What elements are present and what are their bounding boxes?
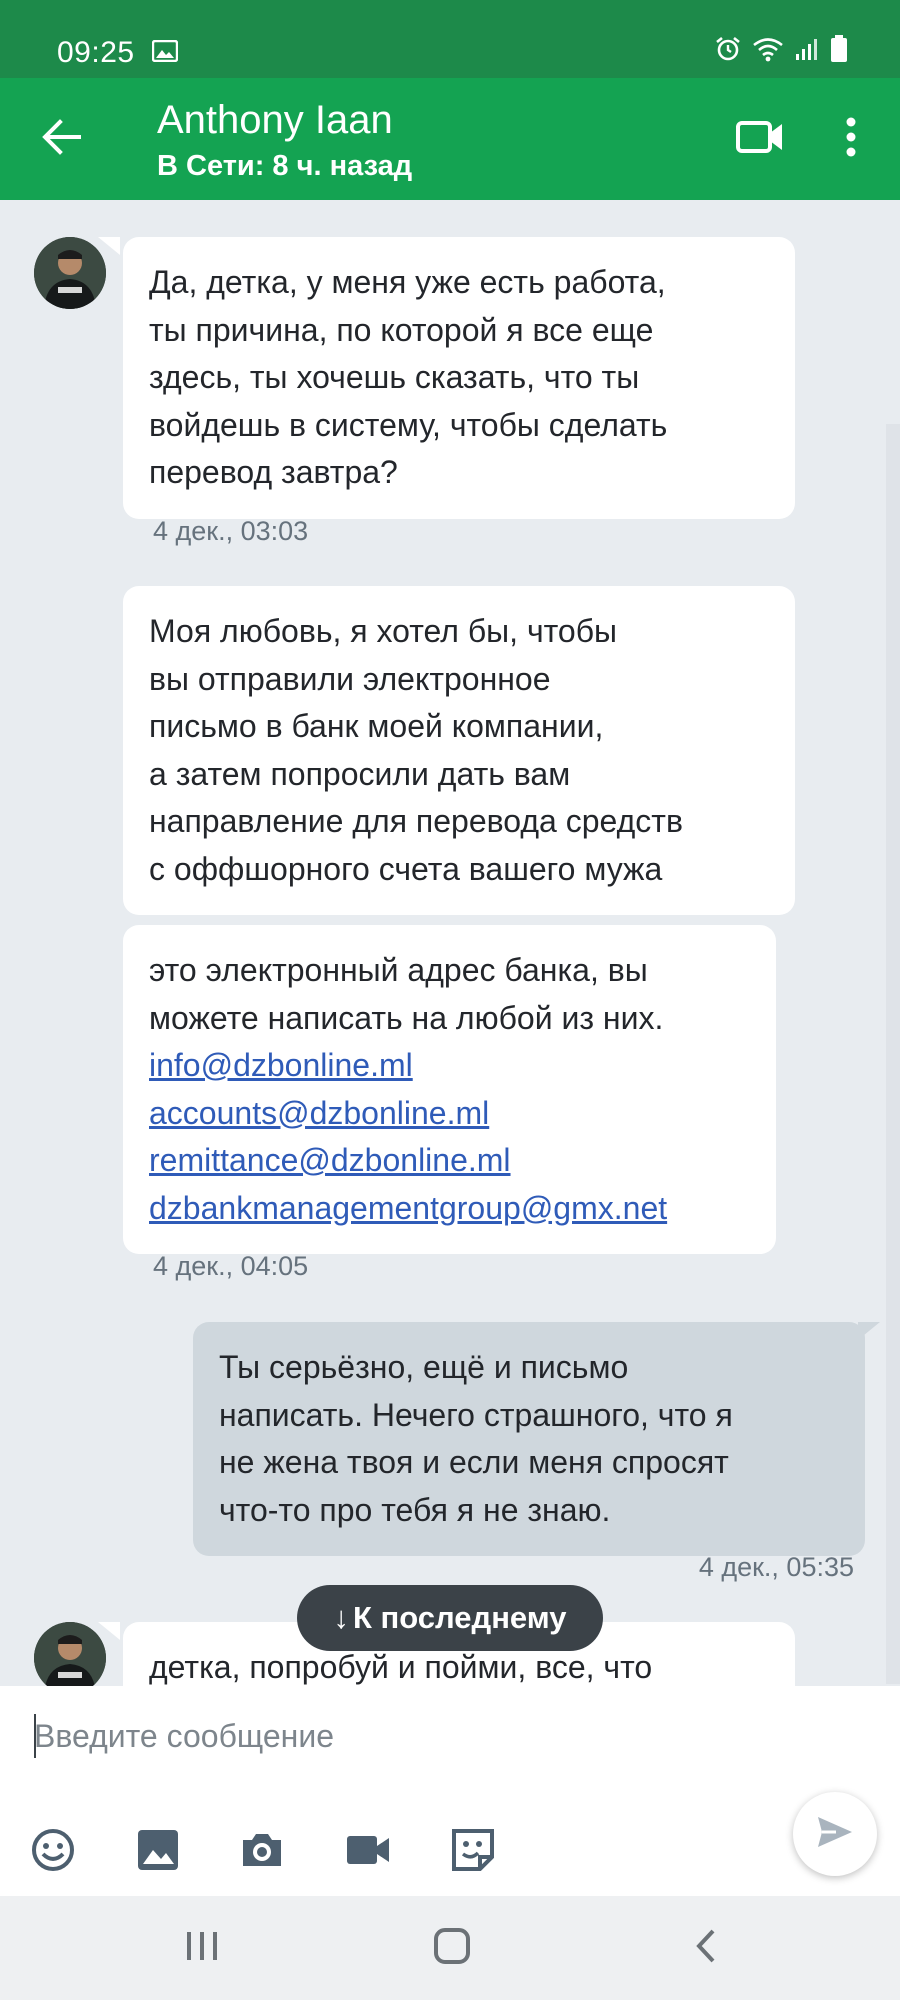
back-button[interactable] (36, 114, 86, 164)
message-text: ты причина, по которой я все еще (149, 311, 654, 348)
jump-to-latest-button[interactable]: ↓ К последнему (297, 1585, 603, 1651)
videocam-icon (345, 1833, 391, 1872)
bubble-tail (98, 1622, 120, 1640)
home-icon (432, 1926, 472, 1971)
chevron-left-icon (691, 1927, 721, 1970)
video-record-button[interactable] (342, 1826, 394, 1878)
status-bar: 09:25 (0, 0, 900, 78)
avatar[interactable] (34, 237, 106, 309)
status-icons (714, 34, 848, 68)
message-bubble-outgoing[interactable]: Ты серьёзно, ещё и письмо написать. Нече… (193, 1322, 865, 1556)
email-link[interactable]: dzbankmanagementgroup@gmx.net (149, 1190, 667, 1226)
gallery-notification-icon (151, 39, 179, 63)
message-text: с оффшорного счета вашего мужа (149, 850, 663, 887)
message-text: а затем попросили дать вам (149, 755, 571, 792)
status-time: 09:25 (57, 36, 135, 69)
message-text: написать. Нечего страшного, что я (219, 1396, 733, 1433)
avatar[interactable] (34, 1622, 106, 1686)
chat-header: Anthony Iaan В Сети: 8 ч. назад (0, 78, 900, 200)
sticker-icon (450, 1827, 496, 1878)
emoji-button[interactable] (27, 1826, 79, 1878)
recent-apps-icon (184, 1929, 220, 1968)
message-text: направление для перевода средств (149, 803, 683, 839)
home-button[interactable] (426, 1922, 478, 1974)
image-icon (136, 1828, 180, 1877)
message-text: вы отправили электронное (149, 660, 551, 697)
message-composer (0, 1686, 900, 1896)
gallery-button[interactable] (132, 1826, 184, 1878)
back-nav-button[interactable] (680, 1922, 732, 1974)
jump-to-latest-label: К последнему (352, 1600, 567, 1635)
alarm-icon (714, 35, 742, 68)
video-call-button[interactable] (734, 114, 786, 164)
email-link[interactable]: info@dzbonline.ml (149, 1047, 413, 1083)
message-text: Ты серьёзно, ещё и письмо (219, 1349, 629, 1385)
more-vert-icon (845, 117, 857, 162)
message-text: не жена твоя и если меня спросят (219, 1444, 729, 1480)
message-input[interactable] (34, 1708, 774, 1764)
arrow-down-icon: ↓ (333, 1600, 349, 1635)
bubble-tail (98, 237, 120, 255)
wifi-icon (752, 36, 784, 67)
message-text: можете написать на любой из них. (149, 999, 664, 1036)
message-text: письмо в банк моей компании, (149, 708, 604, 744)
camera-button[interactable] (236, 1826, 288, 1878)
scrollbar[interactable] (886, 424, 900, 1684)
message-time: 4 дек., 05:35 (698, 1552, 854, 1582)
message-bubble-incoming[interactable]: Да, детка, у меня уже есть работа, ты пр… (123, 237, 795, 519)
more-options-button[interactable] (836, 114, 866, 164)
text-cursor (34, 1714, 36, 1758)
camera-icon (239, 1830, 285, 1875)
email-link[interactable]: remittance@dzbonline.ml (149, 1142, 511, 1178)
sticker-button[interactable] (447, 1826, 499, 1878)
bubble-tail (858, 1322, 880, 1340)
contact-name[interactable]: Anthony Iaan (157, 98, 393, 143)
arrow-left-icon (41, 118, 81, 160)
battery-icon (830, 34, 848, 68)
video-call-icon (736, 119, 784, 160)
message-text: это электронный адрес банка, вы (149, 952, 648, 988)
message-bubble-incoming[interactable]: Моя любовь, я хотел бы, чтобы вы отправи… (123, 586, 795, 915)
message-bubble-incoming[interactable]: это электронный адрес банка, вы можете н… (123, 925, 776, 1254)
message-text: Да, детка, у меня уже есть работа, (149, 264, 666, 300)
send-icon (816, 1815, 854, 1854)
message-text: войдешь в систему, чтобы сделать (149, 406, 668, 443)
message-text: здесь, ты хочешь сказать, что ты (149, 359, 640, 395)
email-link[interactable]: accounts@dzbonline.ml (149, 1095, 489, 1131)
send-button[interactable] (793, 1792, 877, 1876)
message-time: 4 дек., 04:05 (153, 1251, 309, 1281)
recent-apps-button[interactable] (176, 1922, 228, 1974)
message-text: что-то про тебя я не знаю. (219, 1491, 611, 1528)
contact-status: В Сети: 8 ч. назад (157, 150, 413, 182)
system-navigation-bar (0, 1896, 900, 2000)
signal-icon (794, 37, 820, 66)
message-text: перевод завтра? (149, 454, 398, 490)
message-text: Моя любовь, я хотел бы, чтобы (149, 613, 618, 649)
message-time: 4 дек., 03:03 (153, 516, 309, 546)
emoji-icon (30, 1827, 76, 1878)
